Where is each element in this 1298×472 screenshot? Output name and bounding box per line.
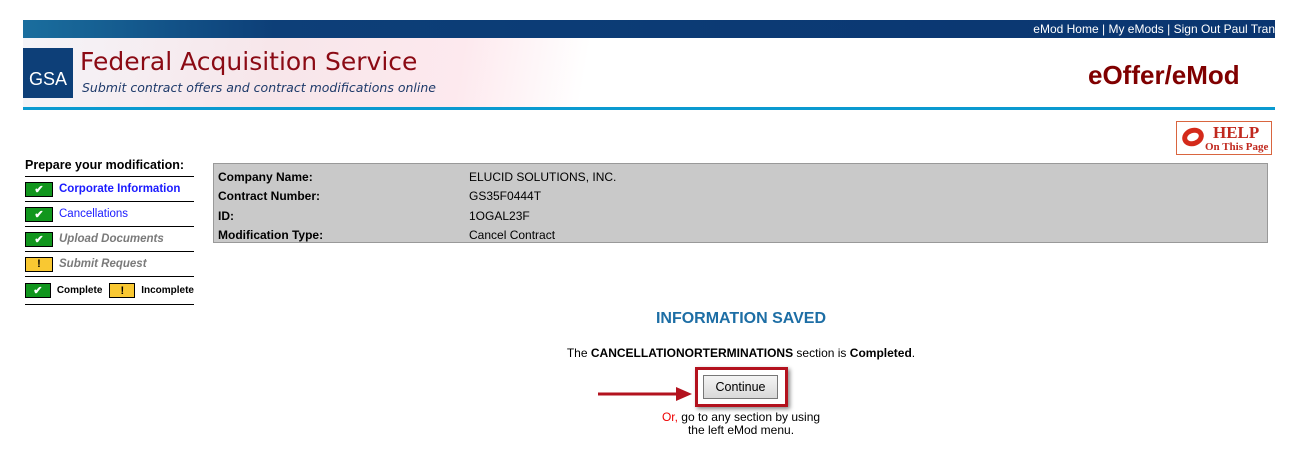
info-label: ID: bbox=[218, 208, 234, 223]
info-value: Cancel Contract bbox=[469, 228, 556, 243]
sidebar-item-label[interactable]: Corporate Information bbox=[59, 183, 180, 195]
or-rest: go to any section by using bbox=[677, 410, 821, 424]
emod-home-link[interactable]: eMod Home bbox=[1033, 22, 1098, 36]
info-label: Contract Number: bbox=[218, 189, 321, 204]
sign-out-link[interactable]: Sign Out Paul Tran bbox=[1174, 22, 1275, 36]
sidebar-item-label: Upload Documents bbox=[59, 233, 164, 245]
exclamation-icon: ! bbox=[25, 256, 53, 272]
page-heading: INFORMATION SAVED bbox=[655, 310, 827, 327]
site-subtitle: Submit contract offers and contract modi… bbox=[82, 80, 436, 95]
site-title: Federal Acquisition Service bbox=[80, 47, 418, 76]
msg-text: . bbox=[911, 346, 916, 360]
help-button[interactable]: HELP On This Page bbox=[1176, 121, 1272, 155]
sidebar-title: Prepare your modification: bbox=[25, 157, 194, 177]
separator: | bbox=[1163, 22, 1174, 36]
top-nav-bar: eMod Home | My eMods | Sign Out Paul Tra… bbox=[23, 20, 1275, 38]
check-icon: ✔ bbox=[25, 283, 51, 298]
msg-text: The bbox=[566, 346, 591, 360]
contract-info-panel: Company Name: ELUCID SOLUTIONS, INC. Cont… bbox=[213, 163, 1268, 243]
sidebar-item-upload-documents: ✔ Upload Documents bbox=[25, 227, 194, 252]
status-message: The CANCELLATIONORTERMINATIONS section i… bbox=[0, 346, 1298, 360]
help-sublabel: On This Page bbox=[1205, 141, 1269, 153]
check-icon: ✔ bbox=[25, 181, 53, 197]
check-icon: ✔ bbox=[25, 231, 53, 247]
continue-button[interactable]: Continue bbox=[703, 375, 778, 399]
section-status: Completed bbox=[849, 346, 912, 360]
info-row-company: Company Name: ELUCID SOLUTIONS, INC. bbox=[214, 167, 1267, 187]
sidebar-item-label: Submit Request bbox=[59, 258, 147, 270]
alternate-instruction: Or, go to any section by using the left e… bbox=[0, 411, 1298, 437]
check-icon: ✔ bbox=[25, 206, 53, 222]
status-legend: ✔ Complete! Incomplete bbox=[25, 277, 194, 305]
exclamation-icon: ! bbox=[109, 283, 136, 298]
section-name: CANCELLATIONORTERMINATIONS bbox=[590, 346, 794, 360]
legend-complete: Complete bbox=[56, 285, 103, 296]
help-label: HELP bbox=[1213, 123, 1260, 142]
sidebar-item-corporate-information[interactable]: ✔ Corporate Information bbox=[25, 177, 194, 202]
info-value: GS35F0444T bbox=[469, 189, 542, 204]
sidebar-item-cancellations[interactable]: ✔ Cancellations bbox=[25, 202, 194, 227]
my-emods-link[interactable]: My eMods bbox=[1108, 22, 1163, 36]
info-label: Company Name: bbox=[218, 169, 313, 184]
brand-title: eOffer/eMod bbox=[1088, 60, 1240, 90]
msg-text: section is bbox=[793, 346, 850, 360]
sidebar-item-submit-request: ! Submit Request bbox=[25, 252, 194, 277]
or-line2: the left eMod menu. bbox=[687, 423, 795, 437]
header-divider bbox=[23, 107, 1275, 110]
or-text: Or, bbox=[661, 410, 678, 424]
info-row-contract: Contract Number: GS35F0444T bbox=[214, 187, 1267, 207]
top-nav-links: eMod Home | My eMods | Sign Out Paul Tra… bbox=[1033, 22, 1275, 36]
info-row-id: ID: 1OGAL23F bbox=[214, 206, 1267, 226]
sidebar-item-label[interactable]: Cancellations bbox=[59, 208, 128, 220]
info-value: 1OGAL23F bbox=[469, 208, 530, 223]
lifebuoy-icon bbox=[1179, 124, 1207, 150]
legend-incomplete: Incomplete bbox=[141, 285, 194, 296]
info-row-modtype: Modification Type: Cancel Contract bbox=[214, 226, 1267, 246]
info-value: ELUCID SOLUTIONS, INC. bbox=[469, 169, 617, 184]
separator: | bbox=[1098, 22, 1109, 36]
sidebar-menu: Prepare your modification: ✔ Corporate In… bbox=[25, 157, 194, 305]
info-label: Modification Type: bbox=[218, 228, 324, 243]
gsa-logo: GSA bbox=[23, 48, 73, 98]
arrow-icon bbox=[598, 387, 692, 401]
